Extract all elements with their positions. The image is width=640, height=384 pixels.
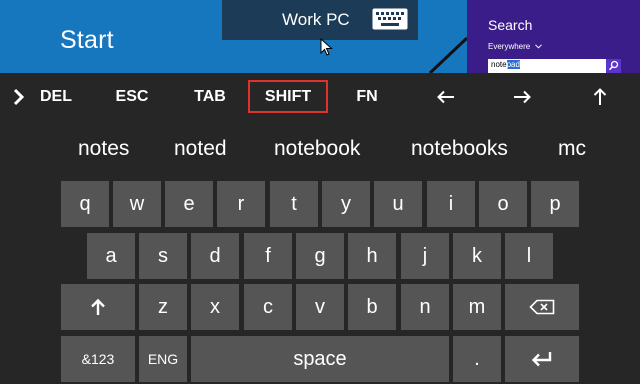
key-j[interactable]: j bbox=[401, 233, 449, 279]
arrow-right-icon bbox=[514, 90, 531, 104]
enter-key[interactable] bbox=[505, 336, 579, 382]
up-arrow-key[interactable] bbox=[586, 73, 614, 121]
key-r[interactable]: r bbox=[217, 181, 265, 227]
space-key[interactable]: space bbox=[191, 336, 449, 382]
key-y[interactable]: y bbox=[322, 181, 370, 227]
key-c[interactable]: c bbox=[244, 284, 292, 330]
key-t[interactable]: t bbox=[270, 181, 318, 227]
shift-highlight-box bbox=[248, 80, 328, 113]
search-scope-label: Everywhere bbox=[488, 42, 531, 51]
search-title: Search bbox=[488, 17, 533, 33]
key-s[interactable]: s bbox=[139, 233, 187, 279]
search-scope-dropdown[interactable]: Everywhere bbox=[488, 42, 543, 51]
tab-key[interactable]: TAB bbox=[185, 73, 235, 121]
suggestion-item[interactable]: notes bbox=[78, 137, 129, 161]
key-b[interactable]: b bbox=[348, 284, 396, 330]
key-v[interactable]: v bbox=[296, 284, 344, 330]
chevron-down-icon bbox=[535, 44, 543, 49]
fn-key[interactable]: FN bbox=[346, 73, 388, 121]
chevron-right-icon bbox=[13, 88, 25, 106]
suggestion-item[interactable]: noted bbox=[174, 137, 227, 161]
key-f[interactable]: f bbox=[244, 233, 292, 279]
search-button[interactable] bbox=[606, 59, 621, 73]
period-key[interactable]: . bbox=[453, 336, 501, 382]
arrow-left-icon bbox=[437, 90, 454, 104]
backspace-key[interactable] bbox=[505, 284, 579, 330]
keyboard-keys: q w e r t y u i o p a s d f g h j k l z … bbox=[0, 177, 640, 384]
key-u[interactable]: u bbox=[374, 181, 422, 227]
language-key[interactable]: ENG bbox=[139, 336, 187, 382]
backspace-icon bbox=[529, 299, 555, 315]
expand-keyboard-button[interactable] bbox=[8, 73, 30, 121]
key-q[interactable]: q bbox=[61, 181, 109, 227]
key-z[interactable]: z bbox=[139, 284, 187, 330]
desktop-background: Start Work PC Search Everywhere notepad bbox=[0, 0, 640, 73]
suggestion-bar: notes noted notebook notebooks mc bbox=[0, 121, 640, 177]
key-n[interactable]: n bbox=[401, 284, 449, 330]
esc-key[interactable]: ESC bbox=[108, 73, 156, 121]
suggestion-item[interactable]: notebooks bbox=[411, 137, 508, 161]
del-key[interactable]: DEL bbox=[32, 73, 80, 121]
shift-key[interactable] bbox=[61, 284, 135, 330]
suggestion-item[interactable]: mc bbox=[558, 137, 586, 161]
key-p[interactable]: p bbox=[531, 181, 579, 227]
key-e[interactable]: e bbox=[165, 181, 213, 227]
key-d[interactable]: d bbox=[191, 233, 239, 279]
search-typed-text: note bbox=[491, 60, 507, 69]
symbols-key[interactable]: &123 bbox=[61, 336, 135, 382]
search-selected-text: pad bbox=[506, 60, 520, 69]
left-arrow-key[interactable] bbox=[432, 73, 460, 121]
key-x[interactable]: x bbox=[191, 284, 239, 330]
key-o[interactable]: o bbox=[479, 181, 527, 227]
shift-arrow-icon bbox=[91, 298, 105, 315]
key-h[interactable]: h bbox=[348, 233, 396, 279]
arrow-up-icon bbox=[593, 88, 607, 105]
key-m[interactable]: m bbox=[453, 284, 501, 330]
right-arrow-key[interactable] bbox=[508, 73, 536, 121]
enter-icon bbox=[531, 352, 552, 367]
key-l[interactable]: l bbox=[505, 233, 553, 279]
search-input[interactable]: notepad bbox=[488, 59, 606, 73]
key-w[interactable]: w bbox=[113, 181, 161, 227]
key-a[interactable]: a bbox=[87, 233, 135, 279]
search-panel: Search Everywhere notepad bbox=[467, 0, 640, 73]
key-k[interactable]: k bbox=[453, 233, 501, 279]
key-i[interactable]: i bbox=[427, 181, 475, 227]
search-icon bbox=[608, 60, 619, 71]
key-g[interactable]: g bbox=[296, 233, 344, 279]
suggestion-item[interactable]: notebook bbox=[274, 137, 360, 161]
